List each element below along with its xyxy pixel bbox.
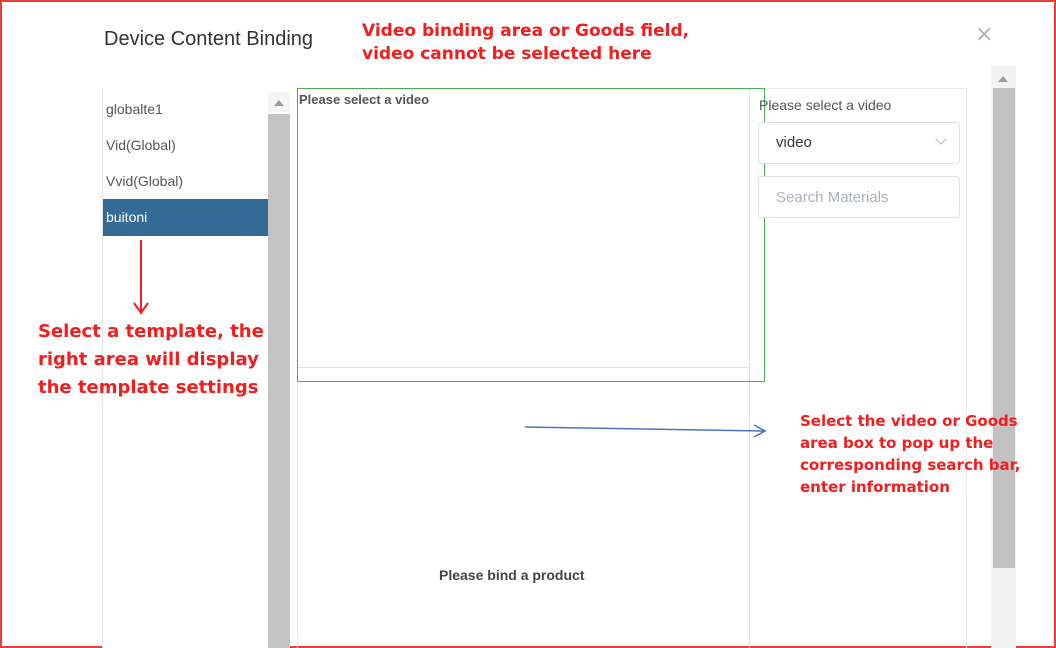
- annotation-search-bar: Select the video or Goods area box to po…: [800, 410, 1021, 498]
- template-scroll-up-button[interactable]: [268, 92, 290, 112]
- arrow-up-icon: [998, 76, 1008, 82]
- close-icon[interactable]: ×: [975, 22, 993, 47]
- video-type-select-value: video: [776, 134, 812, 151]
- annotation-line: Select a template, the: [38, 321, 264, 342]
- arrow-up-icon: [274, 100, 284, 106]
- video-type-select[interactable]: video: [758, 122, 960, 164]
- search-materials-input[interactable]: [758, 176, 960, 218]
- annotation-line: area box to pop up the: [800, 434, 994, 452]
- video-area-label: Please select a video: [299, 92, 430, 107]
- annotation-template-select: Select a template, the right area will d…: [38, 318, 264, 402]
- annotation-video-area: Video binding area or Goods field, video…: [362, 20, 689, 66]
- annotation-line: corresponding search bar,: [800, 456, 1021, 474]
- annotation-line: right area will display: [38, 349, 259, 370]
- select-video-label: Please select a video: [759, 97, 892, 113]
- template-item-globalte1[interactable]: globalte1: [103, 91, 268, 128]
- video-binding-area[interactable]: [297, 88, 765, 382]
- template-item-vid-global[interactable]: Vid(Global): [103, 127, 268, 164]
- annotation-line: Select the video or Goods: [800, 412, 1018, 430]
- annotation-line: Video binding area or Goods field,: [362, 21, 690, 41]
- chevron-down-icon: [935, 133, 947, 145]
- template-item-vvid-global[interactable]: Vvid(Global): [103, 163, 268, 200]
- template-item-buitoni[interactable]: buitoni: [103, 199, 268, 236]
- template-scrollbar-thumb[interactable]: [268, 114, 290, 648]
- dialog-title: Device Content Binding: [104, 28, 314, 50]
- goods-area-label[interactable]: Please bind a product: [439, 567, 584, 583]
- annotation-line: video cannot be selected here: [362, 44, 652, 64]
- annotation-line: the template settings: [38, 377, 259, 398]
- annotation-line: enter information: [800, 478, 950, 496]
